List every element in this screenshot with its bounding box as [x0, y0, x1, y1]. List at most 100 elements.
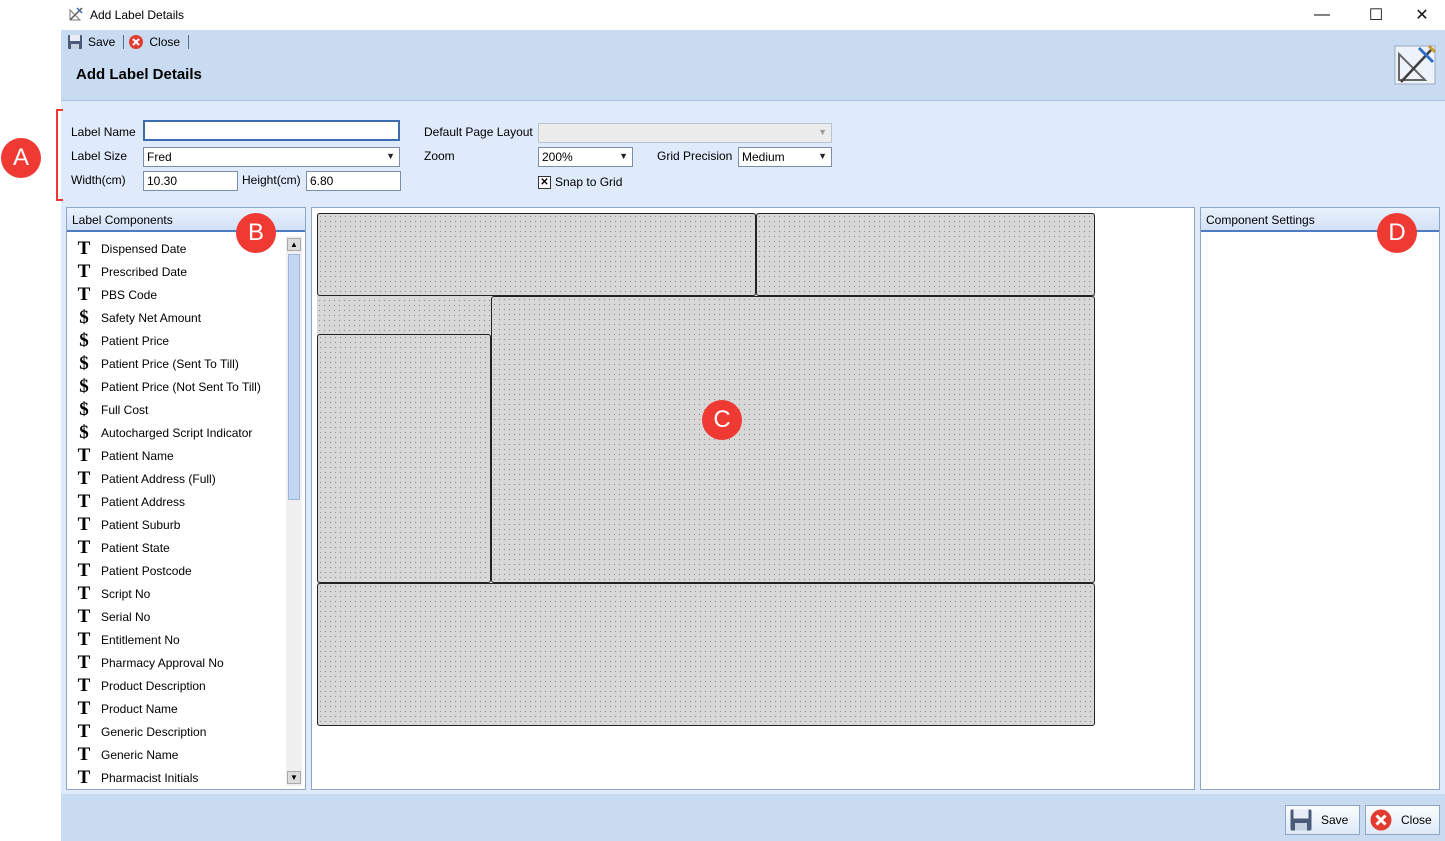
chevron-down-icon: ▼ — [818, 151, 827, 161]
zoom-select[interactable]: 200% ▼ — [538, 147, 633, 167]
height-input[interactable] — [306, 171, 401, 191]
component-list-item[interactable]: T Pharmacy Approval No — [75, 651, 224, 674]
bottom-bar: Save Close — [61, 794, 1445, 841]
annotation-marker-c: C — [702, 400, 742, 440]
component-list-item[interactable]: $ Patient Price (Sent To Till) — [75, 352, 239, 375]
currency-icon: $ — [79, 375, 89, 397]
text-icon: T — [77, 536, 91, 558]
component-list-item[interactable]: T Patient State — [75, 536, 170, 559]
window-close-button[interactable]: ✕ — [1399, 0, 1445, 30]
zoom-label: Zoom — [424, 149, 455, 163]
component-list-item[interactable]: T PBS Code — [75, 283, 157, 306]
chevron-down-icon: ▼ — [619, 151, 628, 161]
canvas-region-top-right[interactable] — [756, 213, 1095, 296]
close-circle-icon — [1370, 809, 1392, 831]
label-name-input[interactable] — [143, 120, 400, 141]
scrollbar-thumb[interactable] — [288, 254, 300, 500]
component-list-item-label: Dispensed Date — [101, 241, 187, 256]
component-list-item-label: Autocharged Script Indicator — [101, 425, 253, 440]
annotation-marker-a: A — [1, 138, 41, 178]
component-list-item[interactable]: T Serial No — [75, 605, 151, 628]
canvas-region-main[interactable] — [491, 296, 1095, 583]
text-icon: T — [77, 674, 91, 696]
component-list-scrollbar[interactable]: ▲ ▼ — [286, 236, 302, 786]
text-icon: T — [77, 697, 91, 719]
component-list-item[interactable]: $ Autocharged Script Indicator — [75, 421, 252, 444]
component-list-item[interactable]: $ Safety Net Amount — [75, 306, 201, 329]
component-list-item[interactable]: T Entitlement No — [75, 628, 180, 651]
component-list-item[interactable]: T Patient Address — [75, 490, 185, 513]
text-icon: T — [77, 444, 91, 466]
text-icon: T — [77, 628, 91, 650]
component-list-item-label: Full Cost — [101, 402, 149, 417]
component-settings-panel: Component Settings — [1200, 207, 1440, 790]
text-icon: T — [77, 720, 91, 742]
currency-icon: $ — [79, 421, 89, 443]
label-components-panel: Label Components T Dispensed Date T Prescri… — [66, 207, 306, 790]
default-page-layout-label: Default Page Layout — [424, 125, 533, 139]
text-icon: T — [77, 559, 91, 581]
save-icon — [1290, 809, 1312, 831]
scroll-up-icon[interactable]: ▲ — [287, 238, 301, 251]
default-page-layout-select[interactable]: ▼ — [538, 123, 832, 143]
toolbar-close-label: Close — [149, 35, 181, 49]
component-list-item-label: Patient Address (Full) — [101, 471, 216, 486]
maximize-icon: ☐ — [1368, 7, 1384, 24]
close-button[interactable]: Close — [1365, 805, 1440, 835]
chevron-down-icon: ▼ — [386, 151, 395, 161]
component-list-item-label: Product Description — [101, 678, 206, 693]
component-list-item[interactable]: T Patient Suburb — [75, 513, 181, 536]
component-list-item[interactable]: T Pharmacist Initials — [75, 766, 199, 789]
toolbar-save-button[interactable]: Save — [65, 32, 121, 52]
component-list-item-label: Prescribed Date — [101, 264, 188, 279]
snap-to-grid-checkbox[interactable]: ✕ Snap to Grid — [538, 175, 622, 189]
close-icon: ✕ — [1415, 7, 1429, 24]
component-list-item-label: Patient Name — [101, 448, 174, 463]
grid-precision-value: Medium — [742, 150, 785, 164]
component-list-item[interactable]: T Script No — [75, 582, 151, 605]
text-icon: T — [77, 513, 91, 535]
component-list-item[interactable]: $ Patient Price — [75, 329, 169, 352]
component-list-item-label: Patient Postcode — [101, 563, 192, 578]
component-list-item-label: Pharmacist Initials — [101, 770, 199, 785]
canvas-region-side[interactable] — [317, 334, 491, 583]
toolbar-close-button[interactable]: Close — [126, 32, 186, 52]
save-icon — [68, 35, 82, 49]
annotation-bracket — [56, 109, 63, 201]
component-list-item[interactable]: T Patient Name — [75, 444, 174, 467]
maximize-button[interactable]: ☐ — [1353, 0, 1399, 30]
height-label: Height(cm) — [242, 173, 301, 187]
toolbar-save-label: Save — [88, 35, 116, 49]
component-list-item[interactable]: $ Full Cost — [75, 398, 148, 421]
toolbar-separator — [188, 35, 190, 49]
component-list-item[interactable]: T Product Description — [75, 674, 206, 697]
text-icon: T — [77, 651, 91, 673]
width-input[interactable] — [143, 171, 238, 191]
component-list-item[interactable]: T Generic Description — [75, 720, 207, 743]
minimize-icon: — — [1314, 6, 1330, 23]
component-list-item[interactable]: T Dispensed Date — [75, 237, 187, 260]
minimize-button[interactable]: — — [1299, 0, 1345, 30]
canvas-region-bottom[interactable] — [317, 583, 1095, 726]
window-title: Add Label Details — [90, 8, 185, 22]
component-list-item[interactable]: T Patient Address (Full) — [75, 467, 216, 490]
component-list-item[interactable]: T Generic Name — [75, 743, 179, 766]
app-icon — [69, 7, 83, 21]
component-list-item[interactable]: T Prescribed Date — [75, 260, 187, 283]
scroll-down-icon[interactable]: ▼ — [287, 771, 301, 784]
component-list-item-label: Generic Description — [101, 724, 207, 739]
width-label: Width(cm) — [71, 173, 126, 187]
label-size-select[interactable]: Fred ▼ — [143, 147, 400, 167]
component-list-item[interactable]: T Patient Postcode — [75, 559, 192, 582]
component-list-item[interactable]: $ Patient Price (Not Sent To Till) — [75, 375, 261, 398]
canvas-region-top-left[interactable] — [317, 213, 756, 296]
currency-icon: $ — [79, 398, 89, 420]
component-list-item-label: Pharmacy Approval No — [101, 655, 224, 670]
grid-precision-select[interactable]: Medium ▼ — [738, 147, 832, 167]
component-list-item-label: Patient Price (Not Sent To Till) — [101, 379, 261, 394]
save-button[interactable]: Save — [1285, 805, 1360, 835]
toolbar: Save Close — [65, 32, 190, 52]
component-list-item-label: Serial No — [101, 609, 151, 624]
component-list-item[interactable]: T Product Name — [75, 697, 178, 720]
label-design-icon — [1394, 44, 1437, 85]
